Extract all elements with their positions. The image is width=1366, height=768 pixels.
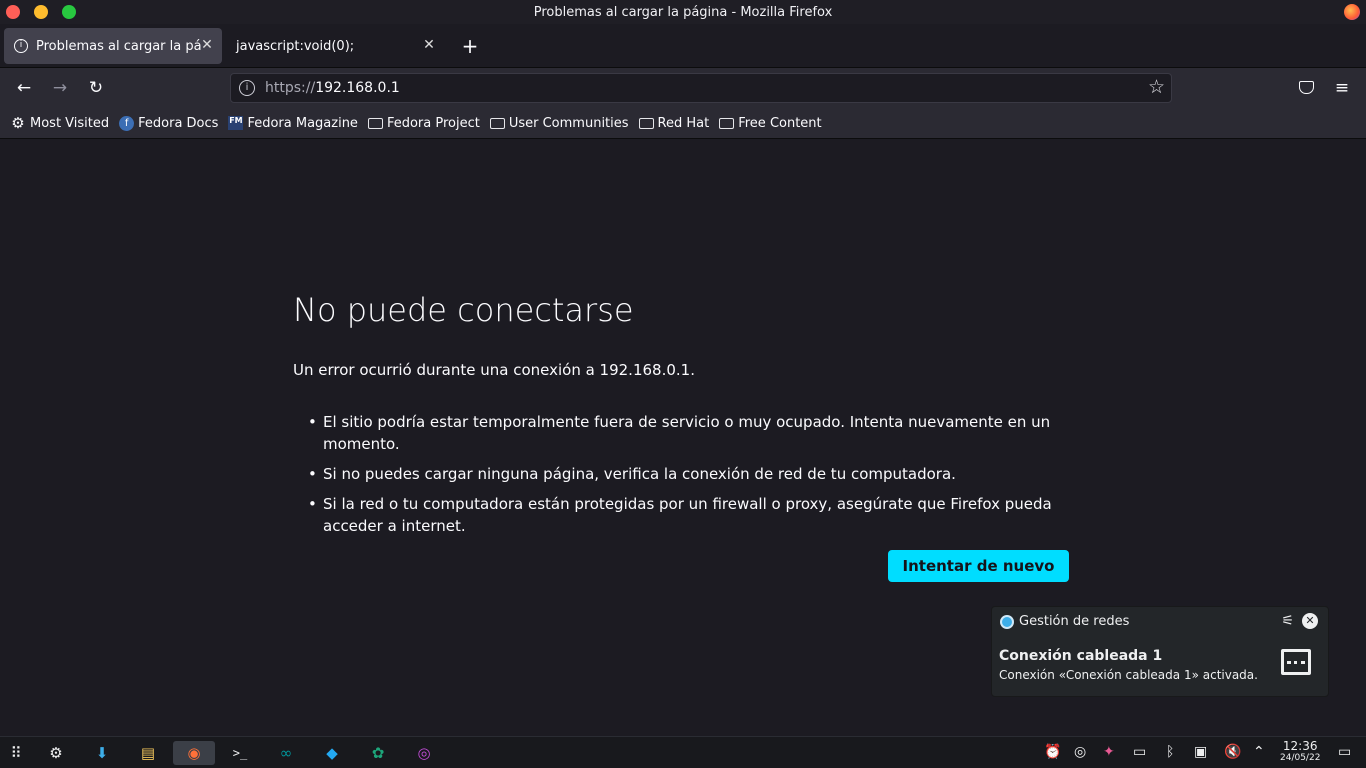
vscode-icon[interactable]: ◆ (320, 741, 344, 765)
error-description: Un error ocurrió durante una conexión a … (293, 361, 695, 379)
bookmarks-toolbar: ⚙ Most Visited f Fedora Docs FM Fedora M… (0, 108, 1366, 139)
url-bar[interactable]: i https://192.168.0.1 ☆ (230, 73, 1172, 103)
app-tray-icon[interactable]: ✦ (1103, 744, 1115, 760)
maximize-window-button[interactable] (62, 5, 76, 19)
notification-app-name: Gestión de redes (1019, 614, 1130, 629)
battery-icon[interactable]: ▭ (1133, 744, 1146, 760)
firefox-icon (1344, 4, 1360, 20)
terminal-icon[interactable]: >_ (228, 741, 252, 765)
window-title: Problemas al cargar la página - Mozilla … (533, 4, 833, 20)
volume-muted-icon[interactable]: 🔇 (1224, 744, 1241, 760)
bookmark-star-icon[interactable]: ☆ (1148, 76, 1165, 98)
downloader-icon[interactable]: ⬇ (90, 741, 114, 765)
network-notification[interactable]: Gestión de redes ⚟ ✕ Conexión cableada 1… (991, 606, 1329, 697)
bookmark-folder-free-content[interactable]: Free Content (719, 115, 822, 131)
chevron-up-icon[interactable]: ⌃ (1253, 744, 1265, 760)
eye-app-icon[interactable]: ◎ (412, 741, 436, 765)
firefox-taskbar-icon[interactable]: ◉ (173, 741, 215, 765)
new-tab-button[interactable]: + (458, 34, 482, 58)
folder-icon (489, 117, 505, 129)
notification-heading: Conexión cableada 1 (999, 648, 1163, 664)
bookmark-label: Red Hat (657, 115, 710, 131)
bookmark-fedora-docs[interactable]: f Fedora Docs (119, 115, 219, 131)
forward-button[interactable]: → (48, 76, 72, 100)
file-manager-icon[interactable]: ▤ (136, 741, 160, 765)
reload-button[interactable]: ↻ (84, 76, 108, 100)
system-settings-icon[interactable]: ⚙ (44, 741, 68, 765)
folder-icon (638, 117, 654, 129)
tab-label: javascript:void(0); (236, 38, 355, 54)
window-titlebar: Problemas al cargar la página - Mozilla … (0, 0, 1366, 24)
bookmark-label: Fedora Project (386, 115, 480, 131)
ethernet-icon (1281, 649, 1311, 675)
network-icon[interactable]: ▣ (1194, 744, 1207, 760)
close-tab-icon[interactable]: ✕ (420, 36, 438, 54)
fedora-icon: f (119, 115, 135, 131)
arduino-icon[interactable]: ∞ (274, 741, 298, 765)
clock[interactable]: 12:36 24/05/22 (1280, 740, 1320, 764)
close-tab-icon[interactable]: ✕ (198, 36, 216, 54)
site-info-icon[interactable]: i (239, 80, 255, 96)
kicad-icon[interactable]: ✿ (366, 741, 390, 765)
update-icon[interactable]: ◎ (1074, 744, 1086, 760)
list-item: El sitio podría estar temporalmente fuer… (308, 411, 1068, 455)
bookmark-folder-fedora-project[interactable]: Fedora Project (367, 115, 480, 131)
minimize-window-button[interactable] (34, 5, 48, 19)
alarm-icon[interactable]: ⏰ (1044, 744, 1061, 760)
url-text[interactable]: https://192.168.0.1 (265, 80, 400, 96)
bookmark-label: Fedora Magazine (247, 115, 358, 131)
bookmark-folder-red-hat[interactable]: Red Hat (638, 115, 710, 131)
info-icon: i (14, 39, 28, 53)
bluetooth-icon[interactable]: ᛒ (1166, 744, 1174, 760)
list-item: Si la red o tu computadora están protegi… (308, 493, 1068, 537)
pocket-icon[interactable] (1294, 76, 1318, 100)
tab-bar: i Problemas al cargar la págin ✕ javascr… (0, 24, 1366, 68)
bookmark-label: Fedora Docs (138, 115, 219, 131)
bookmark-folder-user-communities[interactable]: User Communities (489, 115, 629, 131)
app-launcher-icon[interactable]: ⠿ (4, 741, 28, 765)
bookmark-most-visited[interactable]: ⚙ Most Visited (10, 116, 109, 131)
bookmark-fedora-magazine[interactable]: FM Fedora Magazine (228, 116, 358, 131)
tab-active[interactable]: i Problemas al cargar la págin ✕ (4, 28, 222, 64)
menu-icon[interactable]: ≡ (1330, 76, 1354, 100)
folder-icon (719, 117, 735, 129)
show-desktop-icon[interactable]: ▭ (1338, 744, 1351, 760)
folder-icon (367, 117, 383, 129)
url-protocol: https:// (265, 80, 316, 96)
settings-sliders-icon[interactable]: ⚟ (1281, 613, 1294, 629)
close-notification-icon[interactable]: ✕ (1302, 613, 1318, 629)
taskbar: ⠿ ⚙ ⬇ ▤ ◉ >_ ∞ ◆ ✿ ◎ ⏰ ◎ ✦ ▭ ᛒ ▣ 🔇 ⌃ ▭ (0, 736, 1366, 768)
error-suggestions: El sitio podría estar temporalmente fuer… (308, 411, 1068, 545)
tab-label: Problemas al cargar la págin (36, 38, 202, 54)
fm-icon: FM (228, 116, 244, 130)
clock-date: 24/05/22 (1280, 753, 1321, 763)
close-window-button[interactable] (6, 5, 20, 19)
back-button[interactable]: ← (12, 76, 36, 100)
notification-body: Conexión «Conexión cableada 1» activada. (999, 668, 1258, 682)
gear-icon: ⚙ (11, 114, 25, 132)
bookmark-label: User Communities (508, 115, 629, 131)
clock-time: 12:36 (1282, 739, 1318, 753)
error-title: No puede conectarse (293, 291, 634, 329)
retry-button[interactable]: Intentar de nuevo (888, 550, 1069, 582)
bookmark-label: Free Content (738, 115, 822, 131)
bookmark-label: Most Visited (30, 115, 110, 131)
pocket-shape (1298, 81, 1314, 94)
tab-inactive[interactable]: javascript:void(0); ✕ (226, 28, 444, 64)
list-item: Si no puedes cargar ninguna página, veri… (308, 463, 1068, 485)
network-manager-icon (1000, 615, 1014, 629)
url-host: 192.168.0.1 (315, 80, 400, 96)
